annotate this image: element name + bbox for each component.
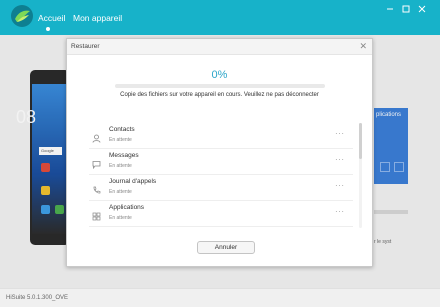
- version-label: HiSuite 5.0.1.300_OVE: [6, 295, 69, 301]
- list-item: Messages En attente ···: [89, 149, 353, 175]
- close-icon[interactable]: ✕: [359, 41, 367, 51]
- item-name: Journal d'appels: [109, 178, 157, 185]
- progress-message: Copie des fichiers sur votre appareil en…: [120, 92, 319, 98]
- phone-icon: [92, 182, 101, 194]
- restore-item-list: Contacts En attente ··· Messages En atte…: [89, 123, 353, 228]
- item-status: En attente: [109, 137, 132, 143]
- more-options-icon[interactable]: ···: [335, 155, 345, 164]
- message-icon: [92, 156, 101, 170]
- dialog-header: Restaurer ✕: [67, 39, 372, 55]
- minimize-icon[interactable]: [385, 4, 395, 14]
- apps-grid-icon: [92, 208, 101, 221]
- item-status: En attente: [109, 189, 132, 195]
- list-item: Applications En attente ···: [89, 201, 353, 227]
- item-name: Applications: [109, 204, 145, 211]
- progress-percent: 0%: [211, 69, 228, 81]
- nav-mon-appareil[interactable]: Mon appareil: [73, 13, 122, 23]
- list-item: Journal d'appels En attente ···: [89, 175, 353, 201]
- close-icon[interactable]: [417, 4, 427, 14]
- item-status: En attente: [109, 215, 132, 221]
- item-name: Messages: [109, 152, 139, 159]
- more-options-icon[interactable]: ···: [335, 207, 345, 216]
- nav-active-indicator: [46, 27, 50, 31]
- title-bar: Accueil Mon appareil: [0, 0, 440, 35]
- list-scrollbar[interactable]: [359, 123, 362, 228]
- more-options-icon[interactable]: ···: [335, 181, 345, 190]
- more-options-icon[interactable]: ···: [335, 129, 345, 138]
- person-icon: [92, 130, 101, 143]
- item-status: En attente: [109, 163, 132, 169]
- scrollbar-thumb[interactable]: [359, 123, 362, 159]
- hisuite-logo: [11, 5, 33, 27]
- item-name: Contacts: [109, 126, 135, 133]
- list-item: Contacts En attente ···: [89, 123, 353, 149]
- status-bar: HiSuite 5.0.1.300_OVE: [0, 288, 440, 307]
- dialog-title: Restaurer: [71, 43, 100, 50]
- cancel-button[interactable]: Annuler: [197, 241, 255, 254]
- progress-bar: [115, 84, 325, 88]
- nav-accueil[interactable]: Accueil: [38, 13, 65, 23]
- restore-icon[interactable]: [401, 4, 411, 14]
- restore-dialog: Restaurer ✕ 0% Copie des fichiers sur vo…: [66, 38, 373, 267]
